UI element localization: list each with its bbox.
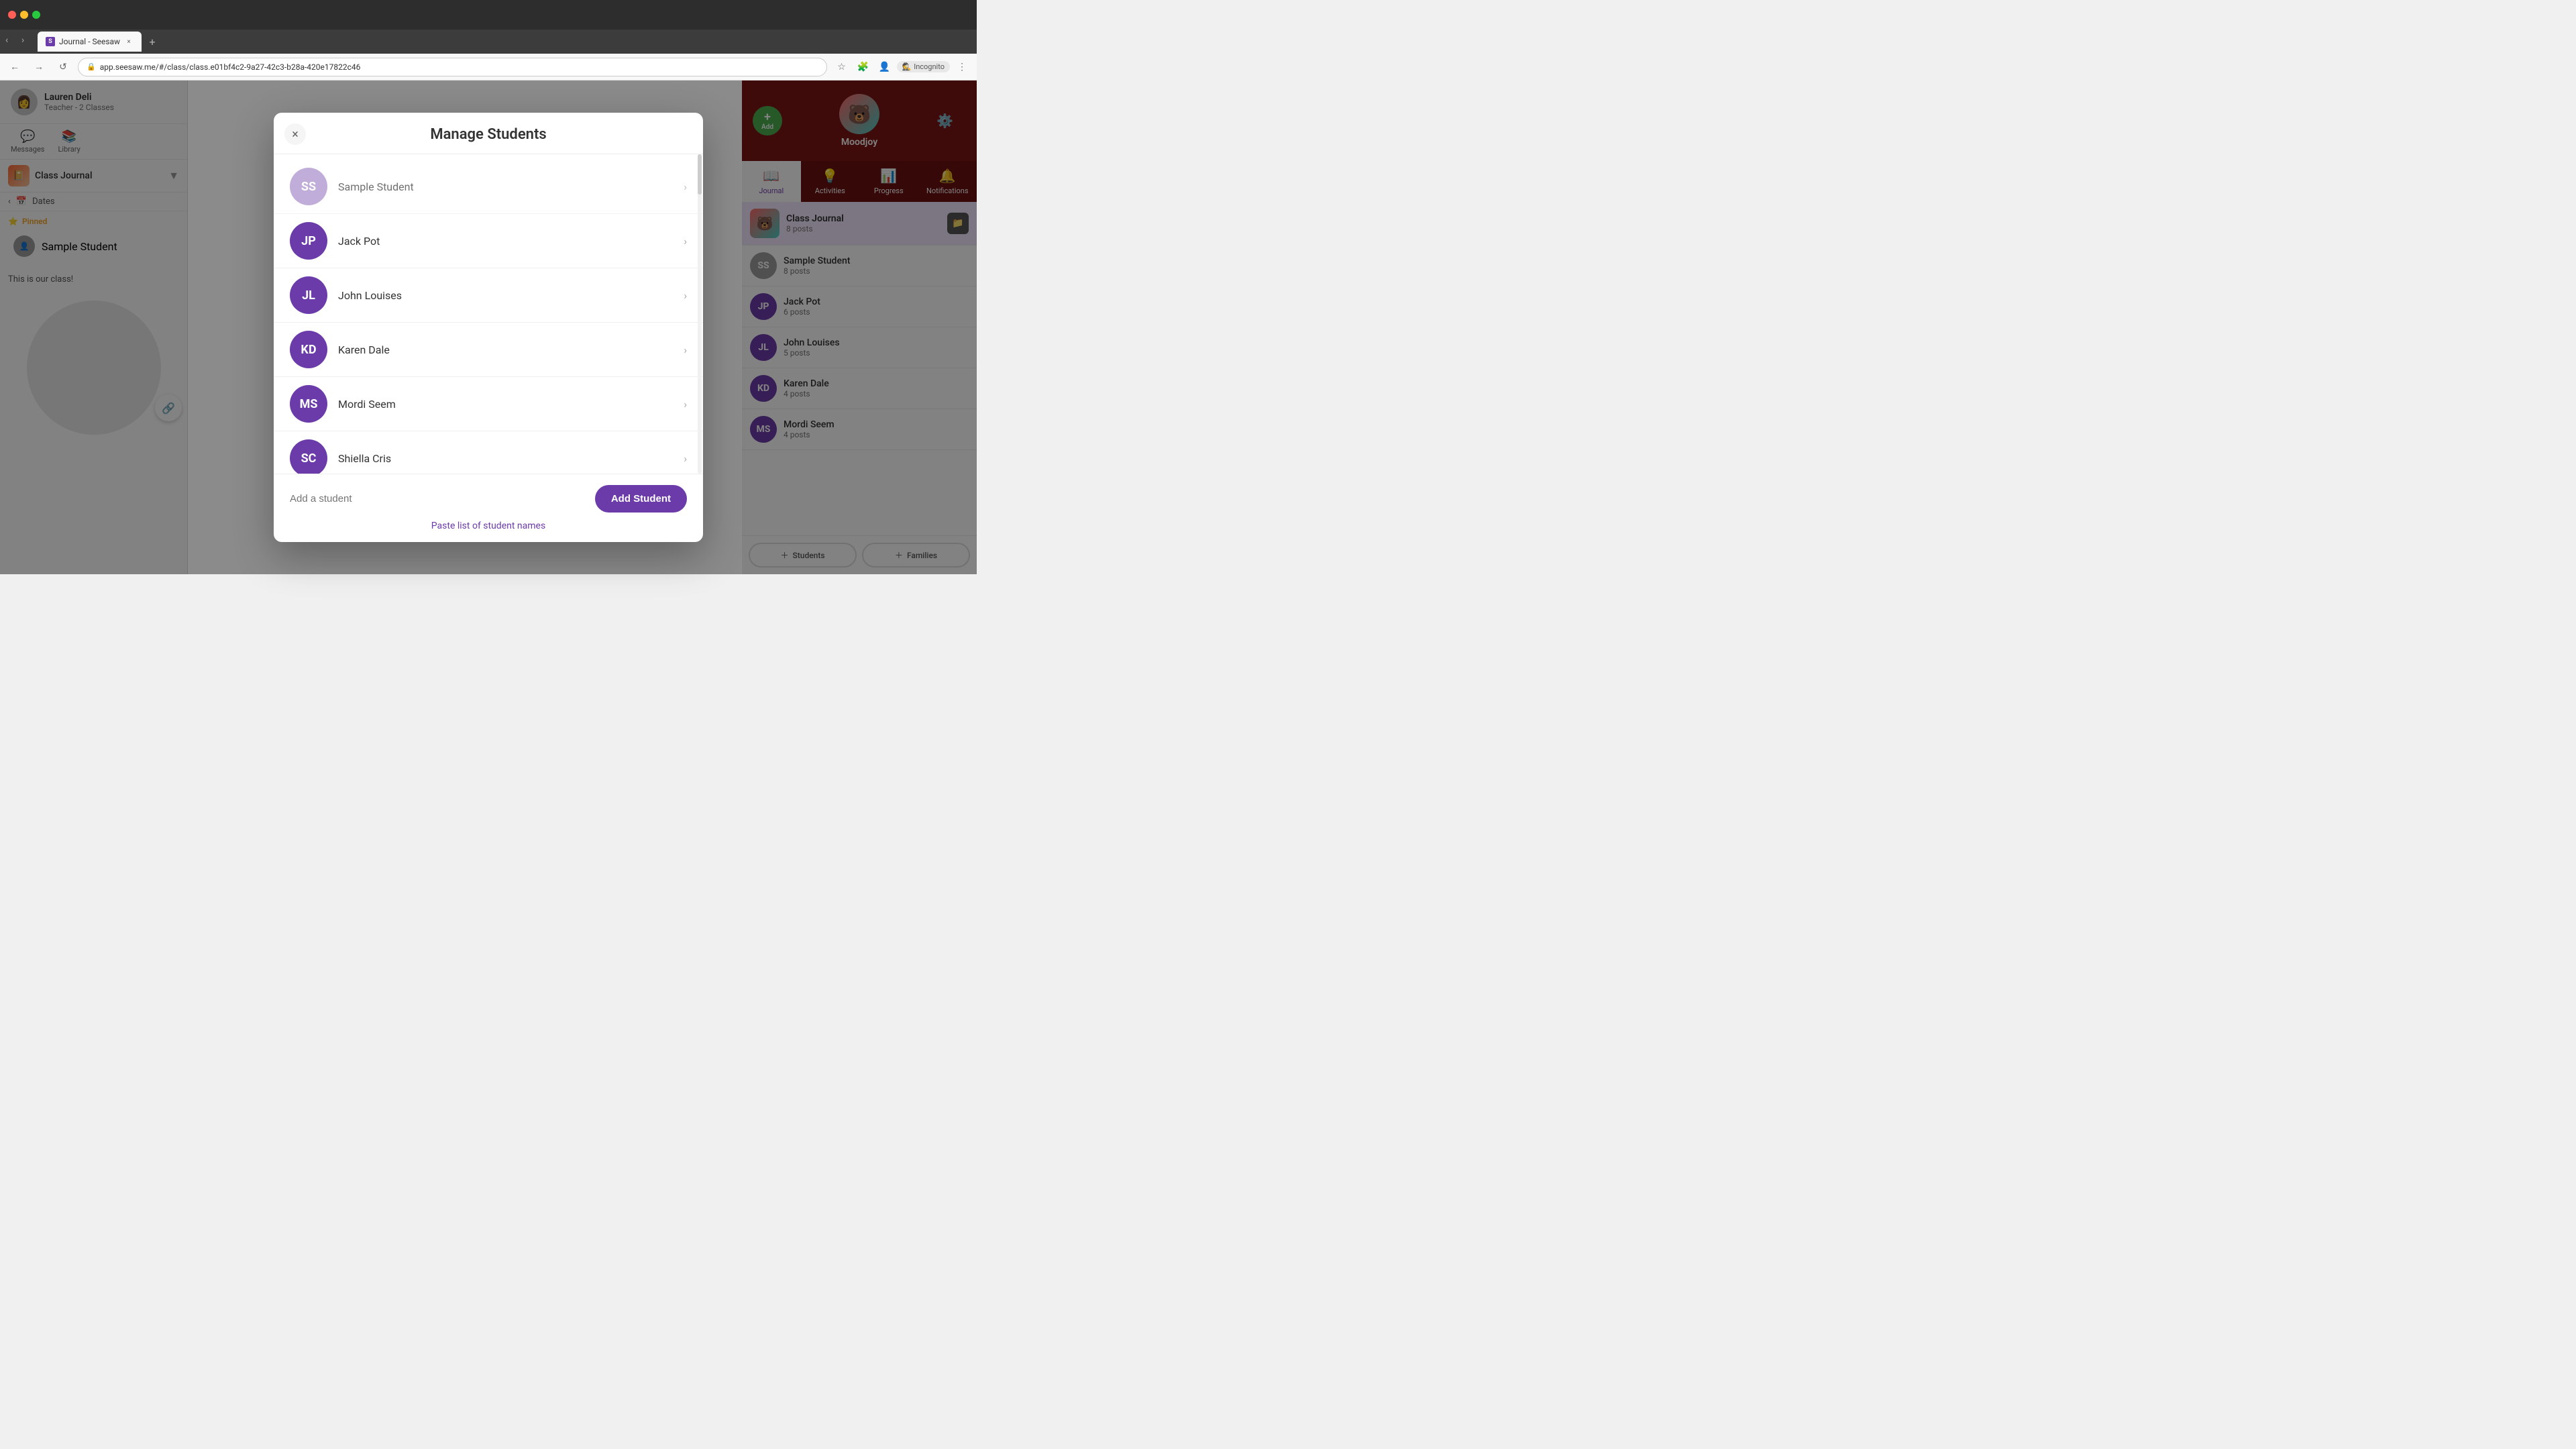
browser-window-controls [0, 0, 977, 30]
modal-header: × Manage Students [274, 113, 703, 154]
user-profile-button[interactable]: 👤 [875, 58, 894, 76]
student-row-0[interactable]: JP Jack Pot › [274, 214, 703, 268]
student-row-partial[interactable]: SS Sample Student › [274, 160, 703, 214]
paste-names-link[interactable]: Paste list of student names [431, 521, 545, 531]
student-row-1[interactable]: JL John Louises › [274, 268, 703, 323]
student-avatar-4: SC [290, 439, 327, 474]
modal-overlay: × Manage Students SS Sample Student › JP… [0, 80, 977, 574]
active-tab[interactable]: S Journal - Seesaw × [38, 32, 142, 52]
student-avatar-1: JL [290, 276, 327, 314]
bookmark-button[interactable]: ☆ [833, 58, 851, 76]
student-row-2[interactable]: KD Karen Dale › [274, 323, 703, 377]
nav-bar: ← → ↺ 🔒 app.seesaw.me/#/class/class.e01b… [0, 54, 977, 80]
address-bar[interactable]: 🔒 app.seesaw.me/#/class/class.e01bf4c2-9… [78, 58, 827, 76]
nav-refresh-button[interactable]: ↺ [54, 58, 72, 76]
browser-tab-bar: ‹ › S Journal - Seesaw × + [0, 30, 977, 54]
student-name-4: Shiella Cris [338, 452, 673, 465]
app-container: 👩 Lauren Deli Teacher - 2 Classes 💬 Mess… [0, 80, 977, 574]
student-arrow-3: › [684, 398, 687, 411]
modal-body: SS Sample Student › JP Jack Pot › JL Joh… [274, 154, 703, 474]
add-student-button[interactable]: Add Student [595, 485, 687, 513]
student-name-1: John Louises [338, 289, 673, 302]
student-arrow-0: › [684, 235, 687, 248]
tab-close-button[interactable]: × [124, 37, 133, 46]
modal-scrollbar-thumb [698, 154, 702, 195]
student-arrow-2: › [684, 343, 687, 356]
student-name-2: Karen Dale [338, 343, 673, 356]
student-arrow-4: › [684, 452, 687, 465]
student-row-4[interactable]: SC Shiella Cris › [274, 431, 703, 474]
incognito-badge: 🕵️ Incognito [897, 61, 951, 72]
student-name-partial: Sample Student [338, 180, 673, 193]
student-name-3: Mordi Seem [338, 398, 673, 411]
modal-close-button[interactable]: × [284, 123, 306, 145]
browser-menu-button[interactable]: ⋮ [953, 58, 971, 76]
modal-scrollbar-track [698, 154, 702, 474]
tab-title: Journal - Seesaw [59, 37, 120, 46]
student-name-0: Jack Pot [338, 235, 673, 248]
student-row-3[interactable]: MS Mordi Seem › [274, 377, 703, 431]
nav-forward-button[interactable]: → [30, 58, 48, 76]
address-text: app.seesaw.me/#/class/class.e01bf4c2-9a2… [100, 62, 361, 72]
tab-forward-history[interactable]: › [21, 35, 35, 48]
student-arrow-partial: › [684, 180, 687, 193]
browser-nav-icons: ☆ 🧩 👤 🕵️ Incognito ⋮ [833, 58, 972, 76]
student-avatar-partial: SS [290, 168, 327, 205]
add-student-row: Add Student [290, 485, 687, 513]
manage-students-modal: × Manage Students SS Sample Student › JP… [274, 113, 703, 542]
student-avatar-0: JP [290, 222, 327, 260]
student-avatar-2: KD [290, 331, 327, 368]
modal-footer: Add Student Paste list of student names [274, 474, 703, 542]
tab-back-history[interactable]: ‹ [5, 35, 19, 48]
tab-favicon: S [46, 37, 55, 46]
extensions-button[interactable]: 🧩 [854, 58, 873, 76]
modal-title: Manage Students [290, 126, 687, 143]
nav-back-button[interactable]: ← [5, 58, 24, 76]
new-tab-button[interactable]: + [144, 34, 160, 50]
student-arrow-1: › [684, 289, 687, 302]
student-avatar-3: MS [290, 385, 327, 423]
add-student-input[interactable] [290, 493, 587, 504]
